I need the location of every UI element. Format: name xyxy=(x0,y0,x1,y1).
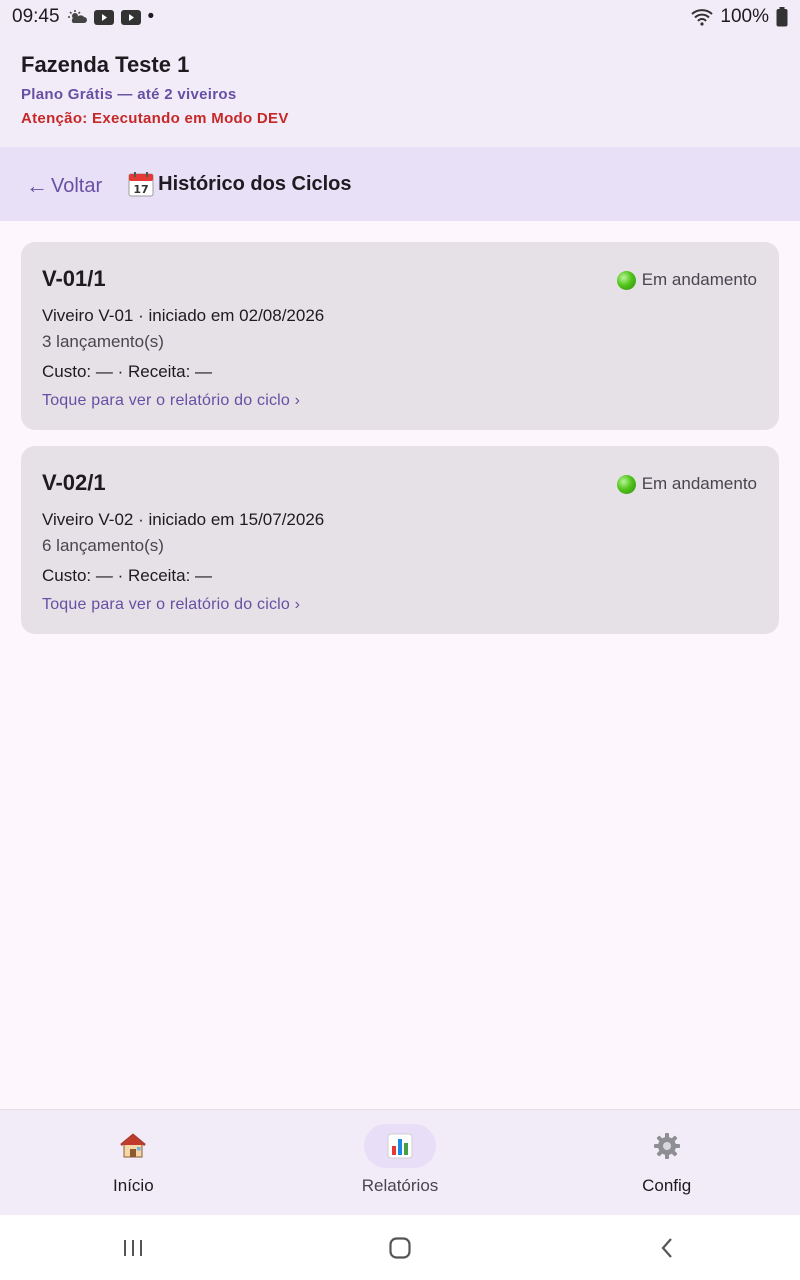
status-text: Em andamento xyxy=(641,270,757,289)
svg-text:17: 17 xyxy=(134,183,149,196)
nav-icon-container xyxy=(97,1124,169,1168)
back-chevron-icon xyxy=(661,1237,672,1258)
cycle-entries: 3 lançamento(s) xyxy=(42,332,164,351)
nav-item-inicio[interactable]: Início xyxy=(0,1110,267,1216)
home-icon xyxy=(389,1236,411,1259)
back-button-label: Voltar xyxy=(51,174,103,197)
cycle-report-link[interactable]: Toque para ver o relatório do ciclo › xyxy=(42,392,758,410)
battery-icon xyxy=(776,7,788,27)
notification-dot: • xyxy=(147,6,155,27)
home-button[interactable] xyxy=(360,1223,440,1273)
farm-name: Fazenda Teste 1 xyxy=(21,52,190,77)
green-circle-icon xyxy=(616,474,636,494)
battery-level: 100% xyxy=(720,6,769,27)
app-screen: 09:45 • 100% Fazenda Teste 1 Plano Gráti… xyxy=(0,0,800,1280)
status-text: Em andamento xyxy=(641,474,757,493)
page-title: Histórico dos Ciclos xyxy=(158,172,352,195)
wifi-icon xyxy=(691,8,714,26)
app-header: Fazenda Teste 1 Plano Grátis — até 2 viv… xyxy=(0,34,800,147)
cycle-card[interactable]: V-01/1 Em andamento Viveiro V-01 · inici… xyxy=(21,242,779,430)
back-arrow-icon: ← xyxy=(26,173,48,198)
nav-item-relatorios[interactable]: Relatórios xyxy=(267,1110,534,1216)
back-nav-button[interactable] xyxy=(627,1223,707,1273)
weather-icon xyxy=(67,9,87,25)
gear-icon xyxy=(653,1133,680,1159)
house-icon xyxy=(120,1133,147,1158)
nav-label: Config xyxy=(642,1176,692,1195)
cycle-info: Viveiro V-01 · iniciado em 02/08/2026 xyxy=(42,306,325,325)
green-circle-icon xyxy=(616,270,636,290)
cycle-finance: Custo: — · Receita: — xyxy=(42,362,213,381)
nav-label: Início xyxy=(113,1176,154,1195)
status-time: 09:45 xyxy=(12,6,60,27)
youtube-icon xyxy=(93,9,114,25)
bottom-navigation: Início Relatórios Config xyxy=(0,1109,800,1216)
system-navigation-bar xyxy=(0,1215,800,1280)
calendar-icon: 17 xyxy=(128,172,154,197)
back-button[interactable]: ← Voltar xyxy=(26,173,102,199)
cycle-card[interactable]: V-02/1 Em andamento Viveiro V-02 · inici… xyxy=(21,446,779,634)
cycle-finance: Custo: — · Receita: — xyxy=(42,566,213,585)
status-badge: Em andamento xyxy=(616,474,757,494)
bar-chart-icon xyxy=(387,1133,413,1159)
recent-apps-icon xyxy=(124,1239,143,1256)
recent-apps-button[interactable] xyxy=(93,1223,173,1273)
page-title-group: 17 Histórico dos Ciclos xyxy=(128,171,352,197)
nav-icon-container xyxy=(631,1124,703,1168)
youtube-icon xyxy=(120,9,141,25)
cycle-list: V-01/1 Em andamento Viveiro V-01 · inici… xyxy=(21,242,779,650)
status-bar: 09:45 • 100% xyxy=(0,0,800,34)
cycle-info: Viveiro V-02 · iniciado em 15/07/2026 xyxy=(42,510,325,529)
nav-item-config[interactable]: Config xyxy=(533,1110,800,1216)
cycle-report-link[interactable]: Toque para ver o relatório do ciclo › xyxy=(42,596,758,614)
plan-text: Plano Grátis — até 2 viveiros xyxy=(21,86,237,103)
nav-icon-container xyxy=(364,1124,436,1168)
cycle-entries: 6 lançamento(s) xyxy=(42,536,164,555)
nav-label: Relatórios xyxy=(361,1176,439,1195)
dev-mode-warning: Atenção: Executando em Modo DEV xyxy=(21,110,289,127)
status-badge: Em andamento xyxy=(616,270,757,290)
page-navbar: ← Voltar 17 Histórico dos Ciclos xyxy=(0,147,800,221)
